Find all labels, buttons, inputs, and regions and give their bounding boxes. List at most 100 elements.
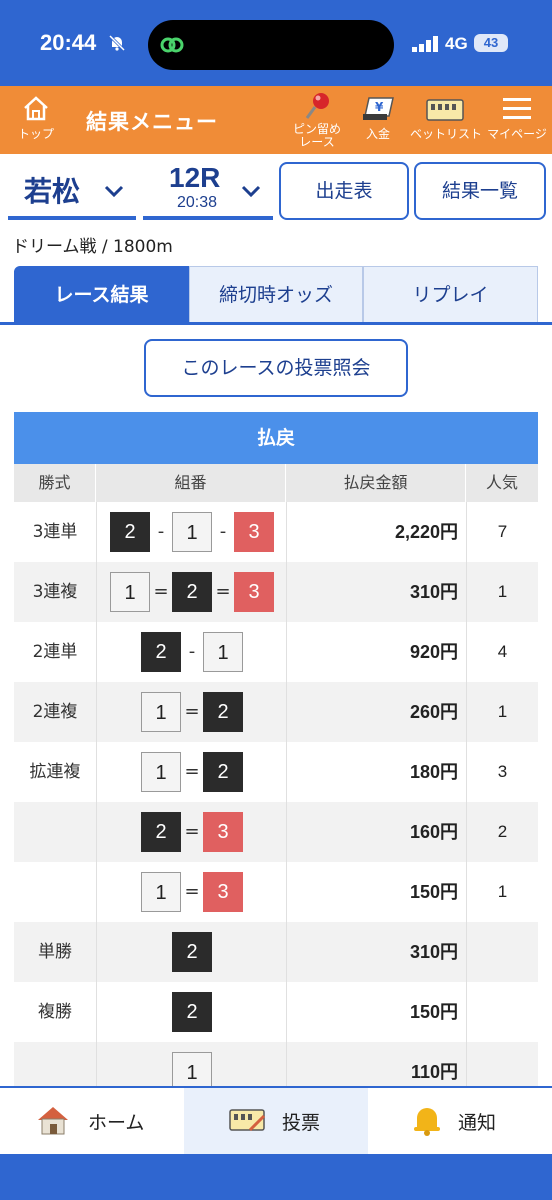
header-popularity: 人気 [466, 464, 538, 502]
nav-home[interactable]: ホーム [0, 1088, 184, 1154]
nav-notify[interactable]: 通知 [368, 1088, 552, 1154]
betlist-button[interactable]: ベットリスト [410, 96, 482, 142]
payout-amount-cell: 310円 [286, 922, 466, 982]
race-number-selector[interactable]: 12R 20:38 [143, 162, 273, 220]
table-row: 3連複 1 = 2 = 3 310円 1 [14, 562, 538, 622]
battery-indicator: 43 [474, 34, 508, 52]
tab-underline [0, 322, 552, 325]
deposit-label: 入金 [365, 127, 390, 141]
header-bet-type: 勝式 [14, 464, 96, 502]
combination-cell: 2 = 3 [96, 802, 286, 862]
hamburger-menu-icon [503, 98, 531, 119]
top-home-button[interactable]: トップ [14, 94, 58, 142]
bet-type-cell: 複勝 [38, 1002, 72, 1022]
boat-number-box: 2 [203, 692, 243, 732]
svg-text:¥: ¥ [375, 100, 384, 114]
house-icon [38, 1107, 68, 1135]
bet-type-cell: 3連複 [32, 582, 78, 602]
race-subinfo: ドリーム戦 / 1800m [12, 237, 173, 257]
payout-amount-cell: 310円 [286, 562, 466, 622]
mypage-label: マイページ [487, 127, 547, 141]
network-type: 4G [445, 34, 468, 53]
link-icon [160, 37, 184, 53]
combination: 2 [172, 992, 212, 1032]
top-home-label: トップ [17, 127, 54, 141]
header-combination: 組番 [96, 464, 286, 502]
venue-name: 若松 [24, 175, 81, 208]
ticket-machine-icon [426, 99, 464, 121]
boat-number-box: 3 [234, 572, 274, 612]
pin-race-button[interactable]: ピン留め レース [284, 92, 350, 149]
payout-amount-cell: 180円 [286, 742, 466, 802]
boat-number-box: 3 [203, 872, 243, 912]
boat-number-box: 2 [141, 812, 181, 852]
combination: 2 = 3 [141, 812, 243, 852]
table-row: 2 = 3 160円 2 [14, 802, 538, 862]
popularity-cell: 1 [466, 862, 538, 922]
boat-number-box: 1 [141, 752, 181, 792]
chevron-down-icon [104, 185, 124, 198]
boat-number-box: 2 [203, 752, 243, 792]
table-row: 3連単 2-1-3 2,220円 7 [14, 502, 538, 562]
popularity-cell: 7 [466, 502, 538, 562]
entry-table-button[interactable]: 出走表 [279, 162, 409, 220]
pin-icon [305, 93, 329, 119]
race-time: 20:38 [177, 194, 218, 211]
payout-amount-cell: 150円 [286, 862, 466, 922]
house-icon [24, 96, 48, 121]
combination-cell: 1 = 3 [96, 862, 286, 922]
payout-amount-cell: 160円 [286, 802, 466, 862]
combination: 1 = 2 [141, 752, 243, 792]
status-time: 20:44 [40, 30, 97, 55]
combination-cell: 2 [96, 922, 286, 982]
bet-type-cell [14, 862, 96, 922]
tab-closing-odds[interactable]: 締切時オッズ [189, 266, 363, 324]
boat-number-box: 1 [141, 872, 181, 912]
table-row: 拡連複 1 = 2 180円 3 [14, 742, 538, 802]
bell-icon [414, 1108, 440, 1136]
bet-type-cell: 単勝 [38, 942, 72, 962]
combination: 1 = 2 = 3 [110, 572, 274, 612]
table-row: 1 = 3 150円 1 [14, 862, 538, 922]
combination-cell: 1 = 2 [96, 682, 286, 742]
combination: 2-1-3 [110, 512, 274, 552]
chevron-down-icon [241, 185, 261, 198]
payout-amount-cell: 150円 [286, 982, 466, 1042]
combo-separator: = [153, 581, 169, 602]
bet-type-cell: 2連単 [32, 642, 78, 662]
boat-number-box: 2 [172, 932, 212, 972]
combo-separator: = [184, 881, 200, 902]
mypage-button[interactable]: マイページ [486, 94, 548, 142]
results-list-button[interactable]: 結果一覧 [414, 162, 546, 220]
top-menu-bar: トップ 結果メニュー ピン留め レース ¥ 入金 ベットリスト マイページ [0, 86, 552, 154]
popularity-cell [466, 982, 538, 1042]
boat-number-box: 2 [172, 992, 212, 1032]
deposit-button[interactable]: ¥ 入金 [358, 96, 398, 142]
combo-separator: = [184, 701, 200, 722]
boat-number-box: 1 [203, 632, 243, 672]
race-number: 12R [169, 162, 221, 193]
payout-amount-cell: 260円 [286, 682, 466, 742]
header-payout-amount: 払戻金額 [286, 464, 466, 502]
combination-cell: 2-1-3 [96, 502, 286, 562]
combination-cell: 2 [96, 982, 286, 1042]
table-row: 複勝 2 150円 [14, 982, 538, 1042]
bell-off-icon [108, 34, 126, 52]
combination: 1 = 3 [141, 872, 243, 912]
popularity-cell: 4 [466, 622, 538, 682]
nav-vote[interactable]: 投票 [184, 1088, 368, 1154]
popularity-cell [466, 922, 538, 982]
nav-vote-label: 投票 [282, 1112, 321, 1134]
bet-type-cell: 2連複 [32, 702, 78, 722]
boat-number-box: 2 [141, 632, 181, 672]
signal-icon [412, 36, 438, 52]
popularity-cell: 1 [466, 562, 538, 622]
venue-selector[interactable]: 若松 [8, 162, 136, 220]
boat-number-box: 2 [172, 572, 212, 612]
tab-race-result[interactable]: レース結果 [14, 266, 189, 324]
tab-replay[interactable]: リプレイ [363, 266, 538, 324]
vote-inquiry-button[interactable]: このレースの投票照会 [144, 339, 408, 397]
combination: 2-1 [141, 632, 243, 672]
boat-number-box: 1 [172, 512, 212, 552]
combo-separator: - [188, 641, 196, 662]
